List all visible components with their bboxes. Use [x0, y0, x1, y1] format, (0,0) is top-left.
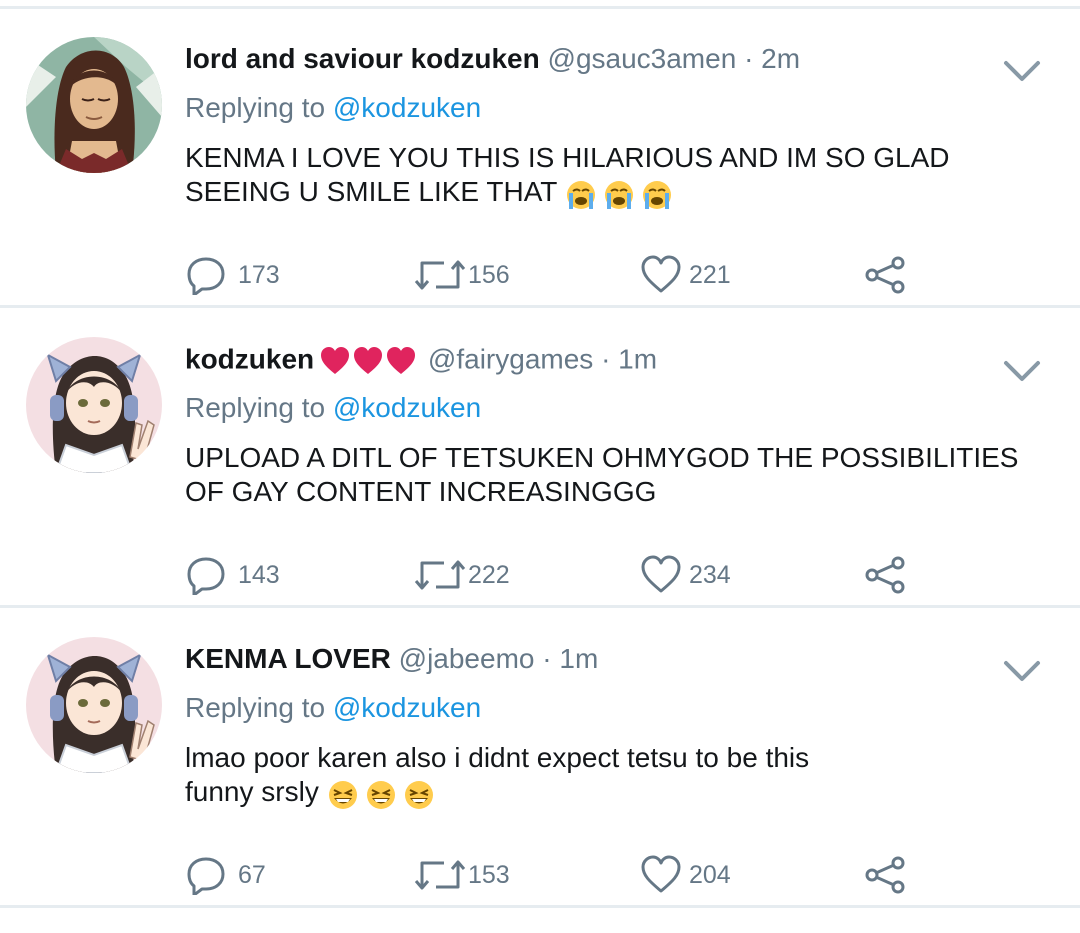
reply-count: 173	[238, 260, 280, 289]
replying-to: Replying to @kodzuken	[185, 92, 481, 124]
share-icon	[865, 856, 905, 894]
replying-to: Replying to @kodzuken	[185, 392, 481, 424]
like-icon	[641, 555, 681, 593]
chevron-down-icon[interactable]	[1002, 351, 1042, 391]
like-count: 221	[689, 260, 731, 289]
user-handle[interactable]: @jabeemo	[399, 643, 535, 674]
tweet-3[interactable]: KENMA LOVER @jabeemo · 1m Replying to @k…	[0, 637, 1080, 933]
chevron-down-icon[interactable]	[1002, 651, 1042, 691]
replying-label: Replying to	[185, 92, 326, 123]
share-button[interactable]	[864, 855, 906, 895]
display-name[interactable]: KENMA LOVER	[185, 643, 391, 674]
reply-button[interactable]: 67	[186, 855, 266, 895]
retweet-count: 156	[468, 260, 510, 289]
avatar[interactable]	[26, 337, 162, 473]
retweet-button[interactable]: 153	[414, 855, 510, 895]
mention-link[interactable]: @kodzuken	[333, 392, 481, 423]
display-name[interactable]: lord and saviour kodzuken	[185, 43, 540, 74]
reply-icon	[187, 557, 225, 595]
replying-label: Replying to	[185, 692, 326, 723]
tweet-text-content: lmao poor karen also i didnt expect tets…	[185, 742, 810, 807]
retweet-count: 222	[468, 560, 510, 589]
replying-label: Replying to	[185, 392, 326, 423]
divider	[0, 6, 1080, 9]
replying-to: Replying to @kodzuken	[185, 692, 481, 724]
reply-button[interactable]: 143	[186, 555, 280, 595]
share-button[interactable]	[864, 255, 906, 295]
like-icon	[641, 255, 681, 293]
like-button[interactable]: 204	[641, 855, 731, 895]
share-button[interactable]	[864, 555, 906, 595]
tweet-header: KENMA LOVER @jabeemo · 1m	[185, 639, 598, 679]
reply-count: 67	[238, 860, 266, 889]
tweet-2[interactable]: kodzuken @fairygames · 1m Replying to @k…	[0, 337, 1080, 633]
like-icon	[641, 855, 681, 893]
divider	[0, 605, 1080, 608]
share-icon	[865, 256, 905, 294]
timestamp[interactable]: · 2m	[744, 43, 800, 74]
avatar[interactable]	[26, 37, 162, 173]
tweet-text: KENMA I LOVE YOU THIS IS HILARIOUS AND I…	[185, 141, 1045, 211]
mention-link[interactable]: @kodzuken	[333, 692, 481, 723]
retweet-icon	[414, 260, 466, 290]
divider	[0, 905, 1080, 908]
retweet-icon	[414, 860, 466, 890]
like-button[interactable]: 221	[641, 255, 731, 295]
reply-count: 143	[238, 560, 280, 589]
tweet-text: lmao poor karen also i didnt expect tets…	[185, 741, 865, 811]
reply-icon	[187, 857, 225, 895]
tweet-header: lord and saviour kodzuken @gsauc3amen · …	[185, 39, 800, 79]
red-heart-icon	[320, 339, 416, 379]
tweet-text: UPLOAD A DITL OF TETSUKEN OHMYGOD THE PO…	[185, 441, 1045, 509]
tweet-header: kodzuken @fairygames · 1m	[185, 339, 657, 379]
avatar[interactable]	[26, 637, 162, 773]
reply-button[interactable]: 173	[186, 255, 280, 295]
mention-link[interactable]: @kodzuken	[333, 92, 481, 123]
timestamp[interactable]: · 1m	[601, 343, 657, 374]
user-handle[interactable]: @fairygames	[428, 343, 593, 374]
reply-icon	[187, 257, 225, 295]
retweet-button[interactable]: 156	[414, 255, 510, 295]
user-handle[interactable]: @gsauc3amen	[548, 43, 737, 74]
retweet-count: 153	[468, 860, 510, 889]
divider	[0, 305, 1080, 308]
retweet-button[interactable]: 222	[414, 555, 510, 595]
share-icon	[865, 556, 905, 594]
crying-face-icon	[565, 176, 681, 211]
timestamp[interactable]: · 1m	[542, 643, 598, 674]
like-count: 234	[689, 560, 731, 589]
like-button[interactable]: 234	[641, 555, 731, 595]
display-name[interactable]: kodzuken	[185, 343, 314, 374]
chevron-down-icon[interactable]	[1002, 51, 1042, 91]
tweet-1[interactable]: lord and saviour kodzuken @gsauc3amen · …	[0, 37, 1080, 333]
like-count: 204	[689, 860, 731, 889]
retweet-icon	[414, 560, 466, 590]
tweet-text-content: UPLOAD A DITL OF TETSUKEN OHMYGOD THE PO…	[185, 442, 1019, 507]
laughing-face-icon	[327, 776, 435, 811]
reply-thread: lord and saviour kodzuken @gsauc3amen · …	[0, 0, 1080, 917]
